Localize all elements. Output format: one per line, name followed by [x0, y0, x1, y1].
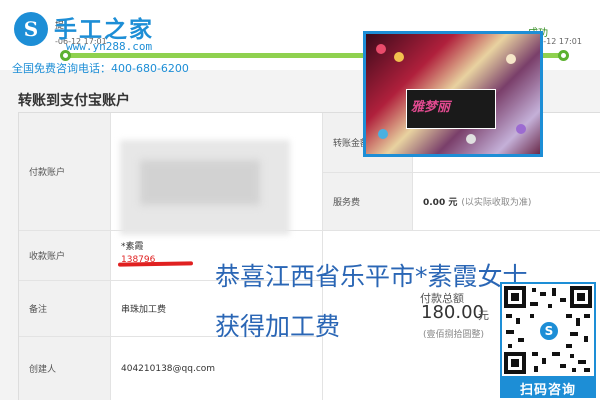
bead-decoration	[376, 44, 386, 54]
row-label-creator: 创建人	[19, 337, 111, 400]
bead-decoration	[378, 129, 388, 139]
qr-code[interactable]: S	[500, 282, 596, 378]
bead-decoration	[516, 124, 526, 134]
congratulation-caption: 恭喜江西省乐平市*素霞女士 获得加工费	[215, 252, 528, 352]
hotline-text: 全国免费咨询电话：400-680-6200	[12, 62, 189, 75]
product-photo: 雅梦丽	[363, 31, 543, 157]
payer-account-redacted-inner	[140, 160, 260, 205]
bead-decoration	[394, 52, 404, 62]
logo-name: 手工之家	[54, 16, 154, 43]
caption-line-2: 获得加工费	[215, 312, 341, 341]
product-brand: 雅梦丽	[411, 100, 451, 115]
logo-icon: S	[14, 12, 48, 46]
fee-value: 0.00 元	[423, 198, 458, 208]
caption-line-1: 恭喜江西省乐平市*素霞女士	[215, 262, 528, 291]
row-label-payee: 收款账户	[19, 231, 111, 281]
row-value-fee: 0.00 元 (以实际收取为准)	[413, 173, 600, 231]
fee-note: (以实际收取为准)	[461, 198, 532, 208]
page-title: 转账到支付宝账户	[18, 93, 130, 109]
site-logo[interactable]: S 手工之家 www.yn288.com 全国免费咨询电话：400-680-62…	[10, 8, 270, 75]
payee-name: *素霞	[121, 242, 144, 252]
row-label-fee: 服务费	[323, 173, 413, 231]
progress-end-node	[558, 50, 569, 61]
row-label-note: 备注	[19, 281, 111, 337]
bead-decoration	[506, 54, 516, 64]
qr-logo-icon: S	[538, 320, 560, 342]
logo-url: www.yn288.com	[66, 40, 153, 53]
bead-decoration	[466, 134, 476, 144]
row-label-payer: 付款账户	[19, 113, 111, 231]
scan-consult-button[interactable]: 扫码咨询	[500, 378, 596, 398]
